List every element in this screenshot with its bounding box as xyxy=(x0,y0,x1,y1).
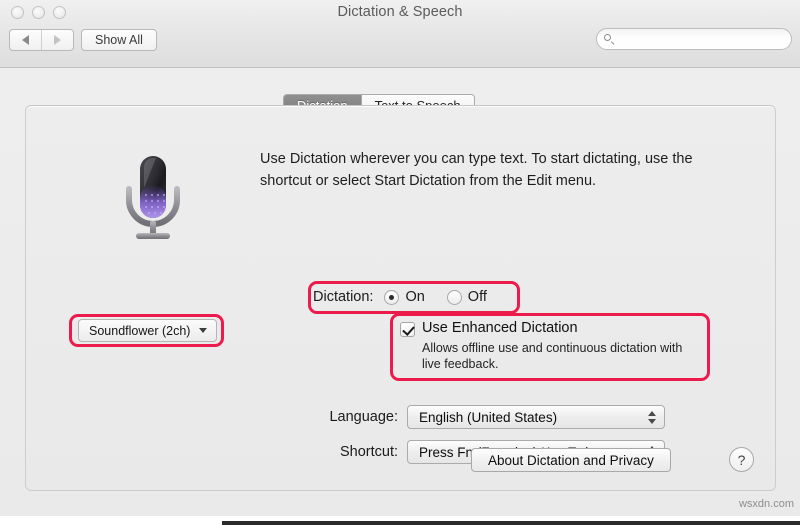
radio-off-indicator xyxy=(446,289,462,305)
preference-pane-content: Dictation Text to Speech xyxy=(0,68,800,516)
show-all-label: Show All xyxy=(95,33,143,47)
chevron-down-icon xyxy=(199,328,208,333)
search-input[interactable] xyxy=(620,31,784,47)
microphone-icon xyxy=(113,151,193,245)
dictation-label: Dictation: xyxy=(313,289,374,305)
dictation-on-label: On xyxy=(405,289,425,305)
chevron-left-icon xyxy=(22,35,29,45)
stepper-up-icon xyxy=(648,410,656,416)
dictation-radio-row: Dictation: On Off xyxy=(313,286,509,308)
navigation-buttons xyxy=(9,29,74,51)
bottom-dark-strip xyxy=(222,521,800,525)
window-bottom-edge xyxy=(0,516,800,525)
microphone-source-value: Soundflower (2ch) xyxy=(89,323,191,338)
language-row: Language: English (United States) xyxy=(310,405,665,429)
window-titlebar: Dictation & Speech Show All xyxy=(0,0,800,68)
forward-button[interactable] xyxy=(41,30,73,50)
enhanced-dictation-block: Use Enhanced Dictation Allows offline us… xyxy=(400,320,700,372)
screenshot-root: Dictation & Speech Show All Use Dictatio… xyxy=(0,0,800,525)
show-all-button[interactable]: Show All xyxy=(81,29,157,51)
about-dictation-and-privacy-button[interactable]: About Dictation and Privacy xyxy=(471,448,671,472)
dictation-radio-off[interactable]: Off xyxy=(446,289,487,305)
enhanced-dictation-description: Allows offline use and continuous dictat… xyxy=(422,341,683,371)
watermark: wsxdn.com xyxy=(738,498,794,510)
question-mark-icon: ? xyxy=(737,451,746,468)
search-icon xyxy=(604,33,615,45)
dictation-off-label: Off xyxy=(467,289,487,305)
dictation-description: Use Dictation wherever you can type text… xyxy=(260,151,693,189)
shortcut-label: Shortcut: xyxy=(339,444,398,460)
language-value: English (United States) xyxy=(419,409,558,425)
language-select[interactable]: English (United States) xyxy=(407,405,665,429)
chevron-right-icon xyxy=(54,35,61,45)
stepper-down-icon xyxy=(648,418,656,424)
help-button[interactable]: ? xyxy=(729,447,754,472)
system-preferences-window: Dictation & Speech Show All Use Dictatio… xyxy=(0,0,800,516)
radio-on-indicator xyxy=(384,289,400,305)
microphone-source-popup[interactable]: Soundflower (2ch) xyxy=(78,319,218,342)
search-field[interactable] xyxy=(596,28,792,50)
dictation-radio-on[interactable]: On xyxy=(384,289,425,305)
about-button-label: About Dictation and Privacy xyxy=(488,452,654,468)
enhanced-dictation-checkbox-row[interactable]: Use Enhanced Dictation xyxy=(400,320,700,337)
window-title: Dictation & Speech xyxy=(337,4,463,20)
language-label: Language: xyxy=(329,409,398,425)
stepper-icon xyxy=(648,410,656,424)
enhanced-dictation-checkbox[interactable] xyxy=(400,322,415,337)
enhanced-dictation-label: Use Enhanced Dictation xyxy=(422,320,578,336)
back-button[interactable] xyxy=(10,30,41,50)
